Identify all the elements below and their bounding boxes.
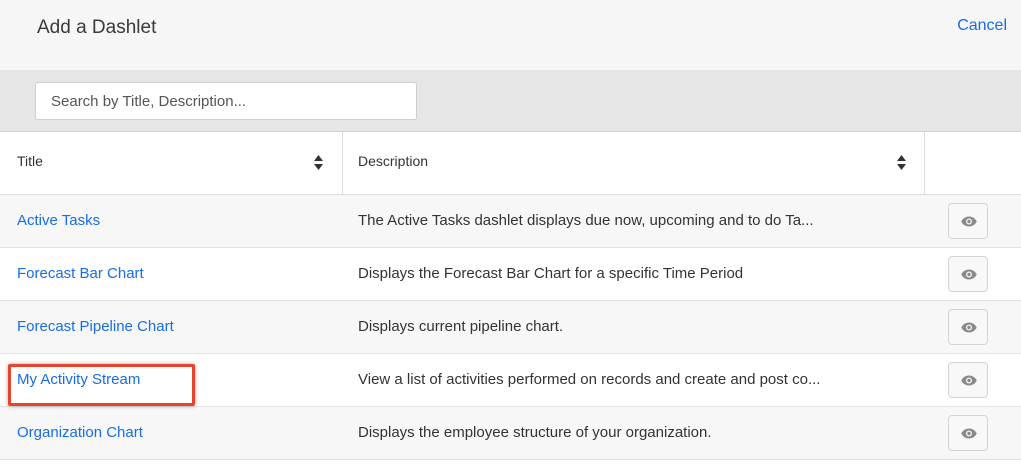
dashlet-description: View a list of activities performed on r…	[358, 371, 821, 388]
dashlet-description: Displays current pipeline chart.	[358, 318, 564, 335]
dashlet-title-link[interactable]: My Activity Stream	[17, 371, 140, 388]
table-row: Forecast Pipeline Chart Displays current…	[0, 301, 1021, 354]
preview-button[interactable]	[948, 415, 988, 451]
dashlet-title-link[interactable]: Forecast Pipeline Chart	[17, 318, 174, 335]
dashlet-description: The Active Tasks dashlet displays due no…	[358, 212, 814, 229]
eye-icon	[961, 216, 977, 227]
dashlet-title-link[interactable]: Forecast Bar Chart	[17, 265, 144, 282]
eye-icon	[961, 322, 977, 333]
eye-icon	[961, 375, 977, 386]
dashlet-table: Title Description Active Tasks The Activ…	[0, 132, 1021, 460]
cancel-link[interactable]: Cancel	[957, 17, 1007, 35]
preview-button[interactable]	[948, 203, 988, 239]
table-header: Title Description	[0, 132, 1021, 195]
table-row: Active Tasks The Active Tasks dashlet di…	[0, 195, 1021, 248]
preview-button[interactable]	[948, 309, 988, 345]
column-header-title[interactable]: Title	[0, 132, 343, 194]
dashlet-title-link[interactable]: Organization Chart	[17, 424, 143, 441]
preview-button[interactable]	[948, 362, 988, 398]
sort-icon[interactable]	[897, 155, 906, 170]
dialog-title: Add a Dashlet	[37, 17, 157, 38]
column-header-actions	[925, 132, 1021, 194]
dialog-header: Add a Dashlet Cancel	[0, 0, 1021, 70]
column-header-description[interactable]: Description	[343, 132, 925, 194]
dashlet-title-link[interactable]: Active Tasks	[17, 212, 100, 229]
column-title-label: Title	[17, 153, 43, 169]
eye-icon	[961, 428, 977, 439]
preview-button[interactable]	[948, 256, 988, 292]
search-input[interactable]	[35, 82, 417, 120]
dashlet-description: Displays the Forecast Bar Chart for a sp…	[358, 265, 744, 282]
table-row: Forecast Bar Chart Displays the Forecast…	[0, 248, 1021, 301]
dashlet-description: Displays the employee structure of your …	[358, 424, 712, 441]
table-row: Organization Chart Displays the employee…	[0, 407, 1021, 460]
eye-icon	[961, 269, 977, 280]
filter-bar	[0, 70, 1021, 132]
column-description-label: Description	[358, 153, 429, 169]
sort-icon[interactable]	[314, 155, 323, 170]
table-row: My Activity Stream View a list of activi…	[0, 354, 1021, 407]
